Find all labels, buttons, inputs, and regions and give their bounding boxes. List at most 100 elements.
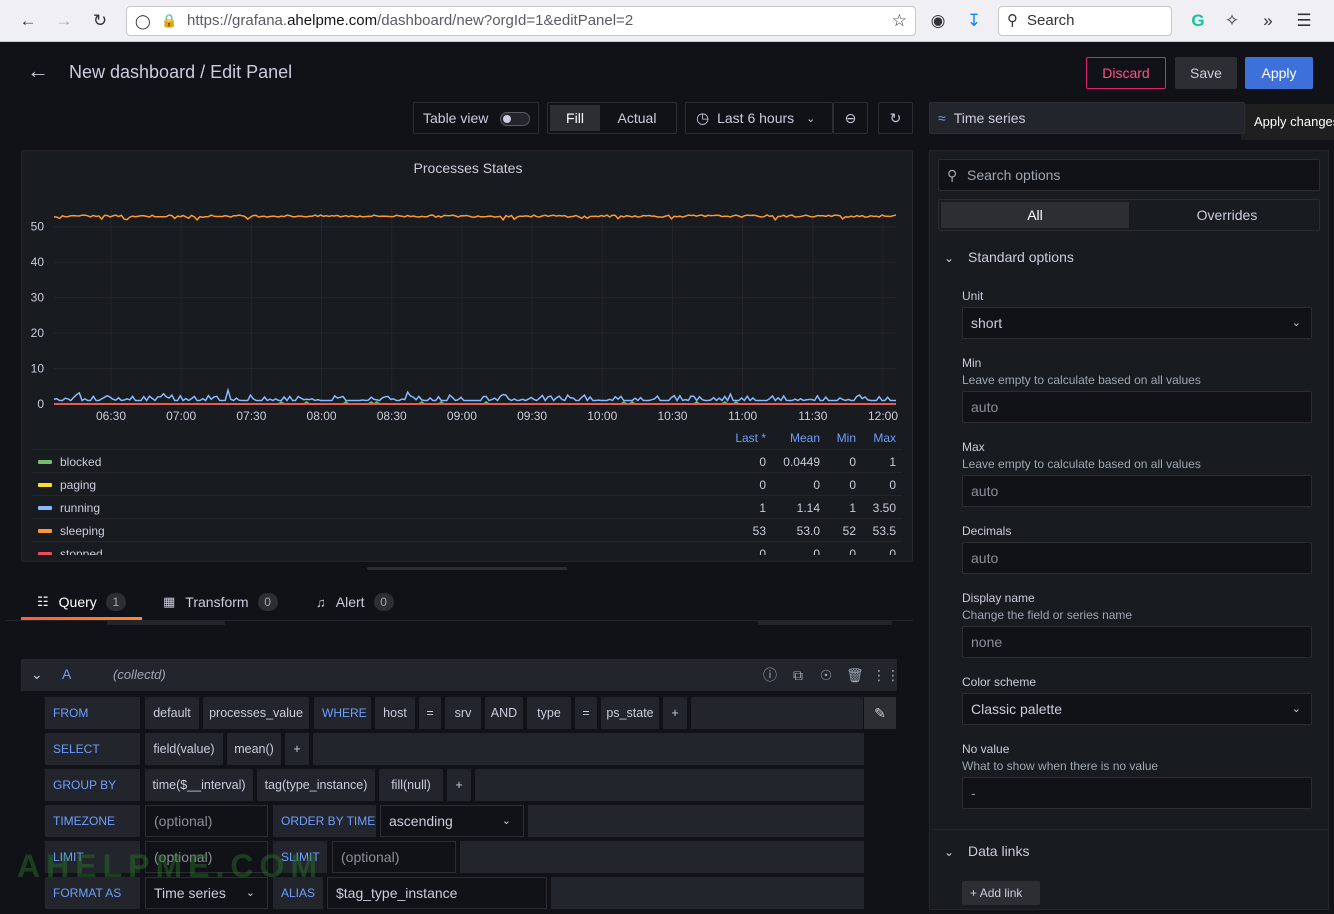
overflow-chevrons-icon[interactable]: »: [1256, 9, 1280, 33]
legend-value-max: 3.50: [872, 501, 896, 515]
timezone-input[interactable]: (optional): [145, 805, 268, 837]
where-value-srv[interactable]: srv: [445, 697, 481, 729]
duplicate-icon[interactable]: ⧉: [790, 667, 806, 683]
visualization-picker[interactable]: ≈ Time series: [929, 102, 1245, 134]
no-value-input[interactable]: -: [962, 777, 1312, 809]
unit-select[interactable]: short ⌄: [962, 307, 1312, 339]
pocket-icon[interactable]: ◉: [926, 9, 950, 33]
from-measurement[interactable]: processes_value: [203, 697, 309, 729]
legend-series-name: running: [60, 501, 101, 515]
legend-row-sleeping[interactable]: sleeping 53 53.0 52 53.5: [32, 518, 902, 541]
drag-handle-icon[interactable]: ⋮⋮: [872, 667, 900, 683]
forward-arrow-icon[interactable]: →: [52, 9, 76, 33]
time-range-picker[interactable]: ◷ Last 6 hours ⌄: [685, 102, 833, 134]
extension-icon[interactable]: ✧: [1220, 9, 1244, 33]
legend-header-min[interactable]: Min: [826, 431, 856, 445]
tab-overrides[interactable]: Overrides: [1135, 202, 1319, 228]
slimit-input[interactable]: (optional): [332, 841, 456, 873]
time-series-chart[interactable]: 0 10 20 30 40 50 06:30 07:00 07:30 08:00 08:30 09:0…: [22, 151, 914, 431]
tab-all[interactable]: All: [941, 202, 1129, 228]
browser-search-field[interactable]: ⚲ Search: [998, 6, 1172, 36]
where-value-ps-state[interactable]: ps_state: [601, 697, 659, 729]
hamburger-menu-icon[interactable]: ☰: [1292, 9, 1316, 33]
toggle-switch[interactable]: [500, 112, 530, 126]
legend-row-paging[interactable]: paging 0 0 0 0: [32, 472, 902, 495]
options-search-input[interactable]: ⚲ Search options: [938, 159, 1320, 191]
x-tick-label: 10:00: [587, 409, 617, 423]
where-tag-type[interactable]: type: [527, 697, 571, 729]
tab-query[interactable]: ☷ Query 1: [21, 584, 142, 620]
x-tick-label: 06:30: [96, 409, 126, 423]
legend-row-blocked[interactable]: blocked 0 0.0449 0 1: [32, 449, 902, 472]
alias-input[interactable]: $tag_type_instance: [327, 877, 547, 909]
browser-search-placeholder: Search: [1027, 12, 1075, 29]
where-operator-2[interactable]: =: [575, 697, 597, 729]
help-icon[interactable]: ⓘ: [762, 667, 778, 683]
max-input[interactable]: auto: [962, 475, 1312, 507]
grammarly-extension-icon[interactable]: G: [1186, 9, 1210, 33]
x-tick-label: 08:30: [377, 409, 407, 423]
where-add-button[interactable]: +: [663, 697, 687, 729]
fill-option[interactable]: Fill: [550, 105, 600, 131]
download-icon[interactable]: ↧: [962, 9, 986, 33]
back-arrow-icon[interactable]: ←: [16, 9, 40, 33]
order-select[interactable]: ascending ⌄: [380, 805, 524, 837]
reload-icon[interactable]: ↻: [88, 9, 112, 33]
url-bar[interactable]: ◯ 🔒 https://grafana.ahelpme.com/dashboar…: [126, 6, 916, 36]
from-policy[interactable]: default: [145, 697, 199, 729]
legend-row-running[interactable]: running 1 1.14 1 3.50: [32, 495, 902, 518]
pencil-icon[interactable]: ✎: [864, 697, 896, 729]
collapse-chevron-icon[interactable]: ⌄: [31, 666, 43, 683]
color-scheme-select[interactable]: Classic palette ⌄: [962, 693, 1312, 725]
legend-header-max[interactable]: Max: [860, 431, 896, 445]
data-links-header[interactable]: ⌄ Data links: [944, 843, 1029, 863]
group-by-add-button[interactable]: +: [447, 769, 471, 801]
pane-splitter[interactable]: [367, 567, 567, 570]
limit-input[interactable]: (optional): [145, 841, 268, 873]
tab-transform[interactable]: ▦ Transform 0: [163, 584, 278, 620]
where-and-condition[interactable]: AND: [485, 697, 523, 729]
table-view-toggle[interactable]: Table view: [413, 102, 539, 134]
standard-options-title: Standard options: [968, 249, 1074, 265]
legend-header-last[interactable]: Last *: [712, 431, 766, 445]
display-name-input[interactable]: none: [962, 626, 1312, 658]
min-input[interactable]: auto: [962, 391, 1312, 423]
legend-header-mean[interactable]: Mean: [772, 431, 820, 445]
shield-icon[interactable]: ◯: [135, 7, 151, 35]
trash-icon[interactable]: 🗑: [846, 667, 864, 683]
discard-button[interactable]: Discard: [1086, 57, 1166, 89]
tab-alert[interactable]: ♫ Alert 0: [316, 584, 394, 620]
options-search-placeholder: Search options: [967, 167, 1061, 183]
select-function[interactable]: mean(): [227, 733, 281, 765]
x-tick-label: 10:30: [657, 409, 687, 423]
legend-value-min: 1: [849, 501, 856, 515]
group-by-time[interactable]: time($__interval): [145, 769, 253, 801]
options-tabs: All Overrides: [938, 199, 1320, 231]
refresh-button[interactable]: ↻: [878, 102, 913, 134]
group-by-fill[interactable]: fill(null): [379, 769, 443, 801]
add-link-button[interactable]: + Add link: [962, 881, 1040, 905]
legend-row-stopped[interactable]: stopped 0 0 0 0: [32, 541, 902, 555]
x-tick-label: 08:00: [307, 409, 337, 423]
zoom-out-button[interactable]: ⊖: [833, 102, 868, 134]
chevron-down-icon: ⌄: [806, 112, 816, 125]
lock-icon[interactable]: 🔒: [161, 7, 177, 35]
legend-swatch: [38, 529, 52, 533]
bookmark-star-icon[interactable]: ☆: [892, 7, 907, 35]
tab-alert-label: Alert: [335, 594, 365, 610]
eye-icon[interactable]: ☉: [818, 667, 834, 683]
format-select[interactable]: Time series ⌄: [145, 877, 268, 909]
decimals-input[interactable]: auto: [962, 542, 1312, 574]
select-add-button[interactable]: +: [285, 733, 309, 765]
apply-button[interactable]: Apply: [1245, 57, 1313, 89]
where-operator-1[interactable]: =: [419, 697, 441, 729]
group-by-tag[interactable]: tag(type_instance): [257, 769, 375, 801]
standard-options-header[interactable]: ⌄ Standard options: [944, 249, 1074, 269]
back-arrow-icon[interactable]: ←: [27, 58, 49, 84]
save-button[interactable]: Save: [1175, 57, 1237, 89]
select-field[interactable]: field(value): [145, 733, 223, 765]
query-ref-id[interactable]: A: [62, 666, 71, 682]
legend-swatch: [38, 506, 52, 510]
actual-option[interactable]: Actual: [600, 105, 674, 131]
where-tag-host[interactable]: host: [375, 697, 415, 729]
